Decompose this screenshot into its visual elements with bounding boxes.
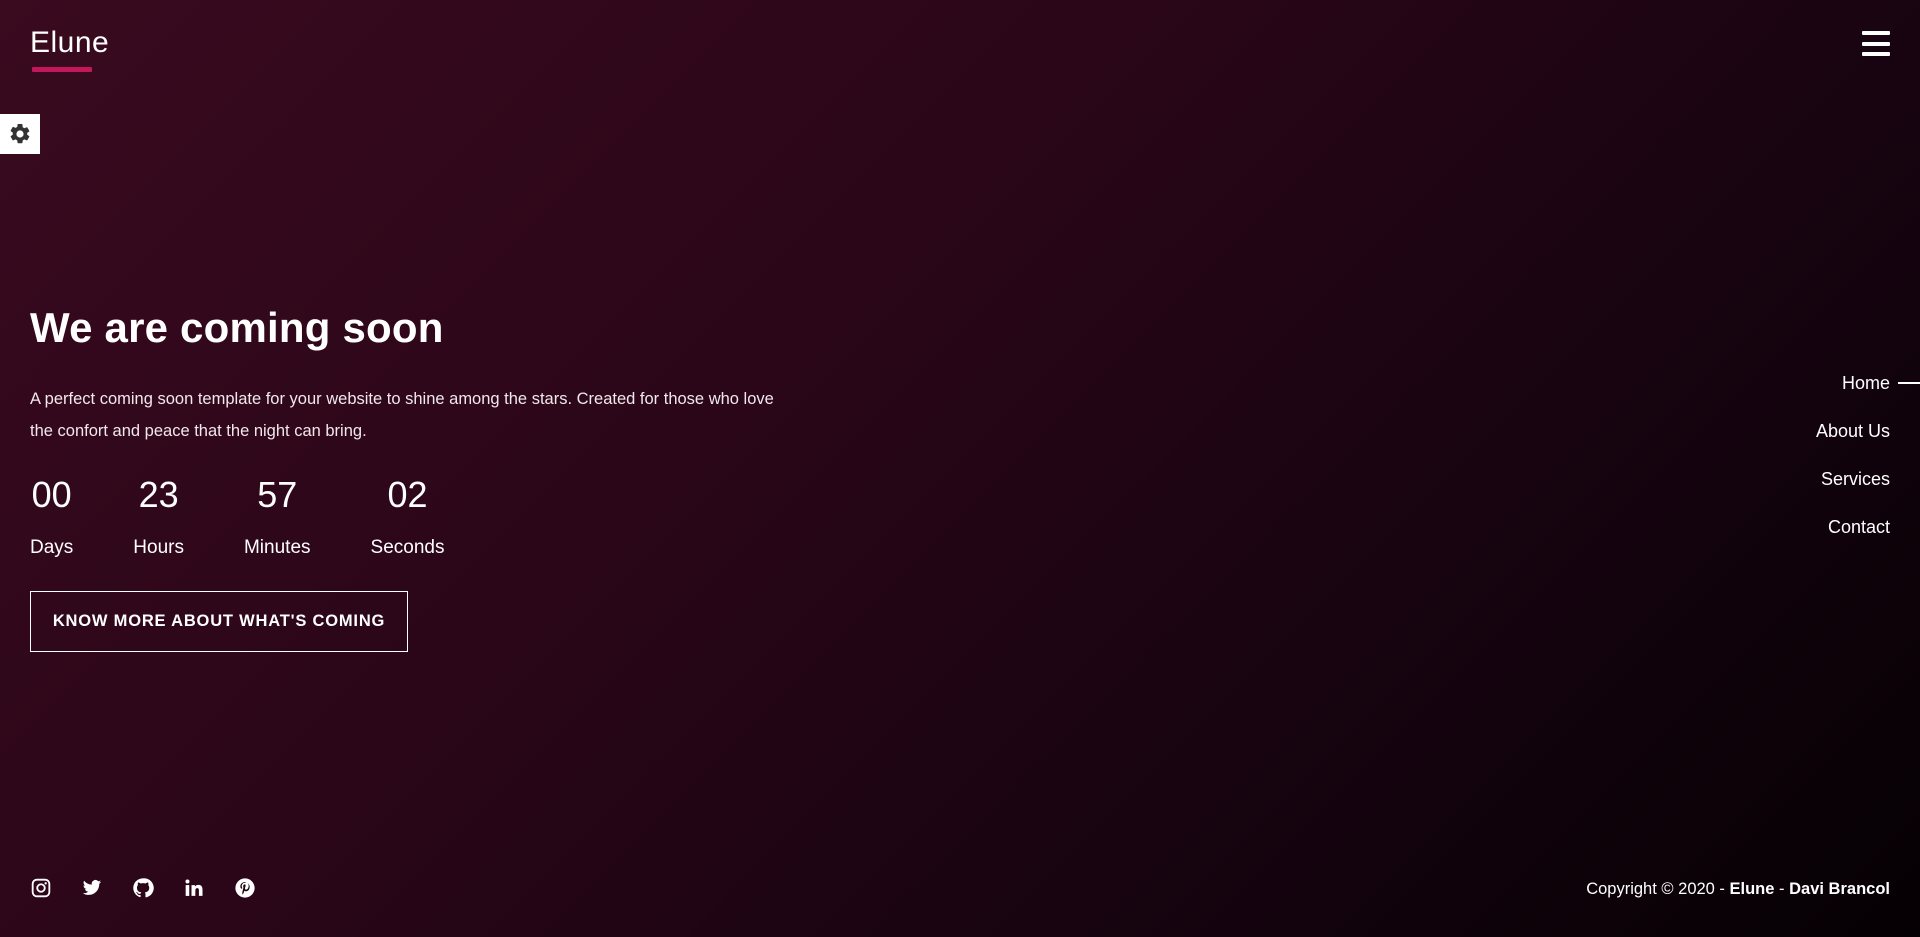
hero-description: A perfect coming soon template for your … xyxy=(30,390,774,440)
page-title: We are coming soon xyxy=(30,304,444,351)
countdown-label: Minutes xyxy=(243,537,311,558)
instagram-icon[interactable] xyxy=(30,877,52,899)
countdown-seconds: 02 Seconds xyxy=(371,473,445,559)
know-more-button[interactable]: Know more about what's coming xyxy=(30,591,408,652)
twitter-icon[interactable] xyxy=(81,877,103,899)
nav-item-contact[interactable]: Contact xyxy=(1816,514,1890,562)
hero-section: We are coming soon A perfect coming soon… xyxy=(30,298,830,652)
countdown: 00 Days 23 Hours 57 Minutes 02 Seconds xyxy=(30,473,830,559)
nav-item-services[interactable]: Services xyxy=(1816,466,1890,514)
countdown-value: 23 xyxy=(138,474,179,515)
countdown-label: Days xyxy=(30,537,74,558)
countdown-value: 02 xyxy=(387,474,428,515)
countdown-label: Seconds xyxy=(370,537,445,558)
logo-underline xyxy=(32,67,92,72)
nav-item-home[interactable]: Home xyxy=(1816,370,1920,418)
github-icon[interactable] xyxy=(132,877,154,899)
copyright: Copyright © 2020 - Elune - Davi Brancol xyxy=(1586,880,1890,898)
linkedin-icon[interactable] xyxy=(183,877,205,899)
countdown-label: Hours xyxy=(133,537,184,558)
menu-button[interactable] xyxy=(1862,31,1890,56)
countdown-value: 57 xyxy=(257,474,298,515)
settings-button[interactable] xyxy=(0,114,40,154)
countdown-value: 00 xyxy=(31,474,72,515)
pinterest-icon[interactable] xyxy=(234,877,256,899)
gear-icon xyxy=(10,123,30,144)
social-links xyxy=(30,877,285,899)
nav-item-about-us[interactable]: About Us xyxy=(1816,418,1890,466)
side-nav: Home About Us Services Contact xyxy=(1816,370,1920,562)
copyright-brand: Elune xyxy=(1729,880,1775,898)
copyright-author: Davi Brancol xyxy=(1789,880,1890,898)
countdown-hours: 23 Hours xyxy=(133,473,184,559)
hamburger-icon xyxy=(1862,31,1890,35)
logo[interactable]: Elune xyxy=(30,26,109,60)
countdown-days: 00 Days xyxy=(30,473,73,559)
countdown-minutes: 57 Minutes xyxy=(244,473,311,559)
